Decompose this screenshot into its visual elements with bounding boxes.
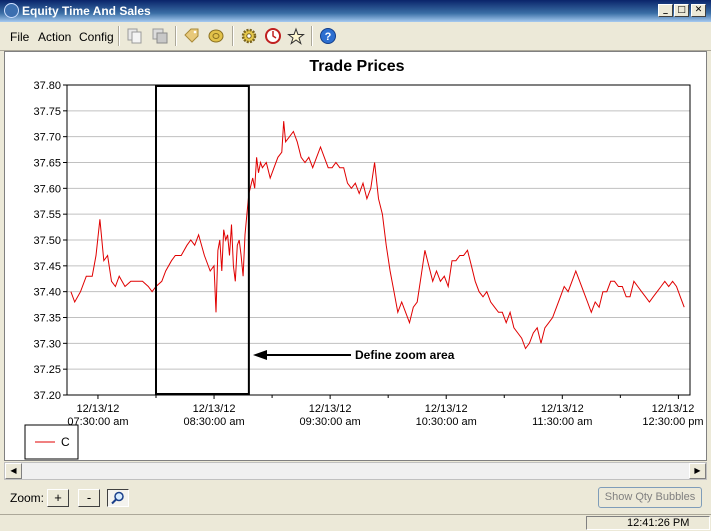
menu-toolbar: File Action Config ? — [0, 22, 711, 51]
title-bar: Equity Time And Sales _ □ ✕ — [0, 0, 711, 22]
zoom-label: Zoom: — [10, 491, 45, 505]
zoom-bar: Zoom: + - Show Qty Bubbles — [0, 481, 711, 513]
x-tick-label: 10:30:00 am — [416, 416, 477, 428]
window-title: Equity Time And Sales — [22, 4, 151, 18]
help-icon[interactable]: ? — [317, 26, 339, 46]
close-button[interactable]: ✕ — [691, 4, 706, 17]
trade-prices-chart[interactable]: Trade Prices 37.2037.2537.3037.3537.4037… — [5, 52, 706, 460]
x-axis: 12/13/1207:30:00 am12/13/1208:30:00 am12… — [67, 395, 704, 428]
toolbar-separator — [232, 26, 234, 46]
copy-icon[interactable] — [124, 26, 146, 46]
app-globe-icon — [4, 3, 19, 18]
x-tick-label: 11:30:00 am — [532, 416, 592, 428]
series-c-line — [70, 121, 685, 350]
tag-icon[interactable] — [181, 26, 203, 46]
zoom-out-button[interactable]: - — [78, 489, 100, 507]
y-tick-label: 37.60 — [33, 183, 61, 195]
scroll-left-arrow[interactable]: ◀ — [5, 463, 22, 479]
chart-title: Trade Prices — [309, 58, 404, 75]
menu-config[interactable]: Config — [79, 30, 114, 44]
menu-file[interactable]: File — [10, 30, 29, 44]
duplicate-icon[interactable] — [149, 26, 171, 46]
x-tick-label: 08:30:00 am — [183, 416, 244, 428]
clock-icon[interactable] — [262, 26, 284, 46]
chart-panel: Trade Prices 37.20 37.25 37.30 37.35 37.40 37… — [4, 51, 707, 461]
magnifier-icon — [111, 491, 124, 505]
y-axis: 37.20 37.25 37.30 37.35 37.40 37.45 37.50 37.55… — [33, 80, 67, 402]
svg-text:?: ? — [325, 31, 332, 43]
y-tick-label: 37.80 — [33, 80, 61, 92]
legend: C — [24, 424, 79, 460]
coin-icon[interactable] — [205, 26, 227, 46]
x-tick-label: 12/13/12 — [309, 403, 352, 415]
y-tick-label: 37.30 — [33, 338, 61, 350]
y-tick-label: 37.70 — [33, 132, 61, 144]
x-tick-label: 09:30:00 am — [300, 416, 361, 428]
x-tick-label: 12/13/12 — [77, 403, 120, 415]
y-tick-label: 37.65 — [33, 158, 61, 170]
y-tick-label: 37.50 — [33, 235, 61, 247]
zoom-in-button[interactable]: + — [47, 489, 69, 507]
y-tick-label: 37.75 — [33, 106, 61, 118]
toolbar-separator — [118, 26, 120, 46]
y-tick-label: 37.20 — [33, 390, 61, 402]
legend-label: C — [61, 435, 70, 449]
zoom-select-button[interactable] — [107, 489, 129, 507]
status-time: 12:41:26 PM — [586, 516, 710, 530]
y-tick-label: 37.55 — [33, 209, 61, 221]
x-tick-label: 12:30:00 pm — [642, 416, 703, 428]
menu-action[interactable]: Action — [38, 30, 71, 44]
status-bar: 12:41:26 PM — [0, 514, 711, 531]
annotation-label: Define zoom area — [355, 348, 455, 362]
gear-icon[interactable] — [238, 26, 260, 46]
scroll-right-arrow[interactable]: ▶ — [689, 463, 706, 479]
y-tick-label: 37.35 — [33, 313, 61, 325]
star-icon[interactable] — [285, 26, 307, 46]
y-tick-label: 37.45 — [33, 261, 61, 273]
horizontal-scrollbar[interactable]: ◀ ▶ — [4, 462, 707, 480]
y-tick-label: 37.40 — [33, 287, 61, 299]
minimize-button[interactable]: _ — [658, 4, 673, 17]
x-tick-label: 12/13/12 — [652, 403, 695, 415]
y-tick-label: 37.25 — [33, 364, 61, 376]
x-tick-label: 12/13/12 — [541, 403, 584, 415]
x-tick-label: 12/13/12 — [193, 403, 236, 415]
toolbar-separator — [311, 26, 313, 46]
x-tick-label: 12/13/12 — [425, 403, 468, 415]
annotation-arrowhead — [253, 350, 267, 360]
toolbar-separator — [175, 26, 177, 46]
show-qty-bubbles-button[interactable]: Show Qty Bubbles — [598, 487, 702, 508]
maximize-button[interactable]: □ — [674, 4, 689, 17]
